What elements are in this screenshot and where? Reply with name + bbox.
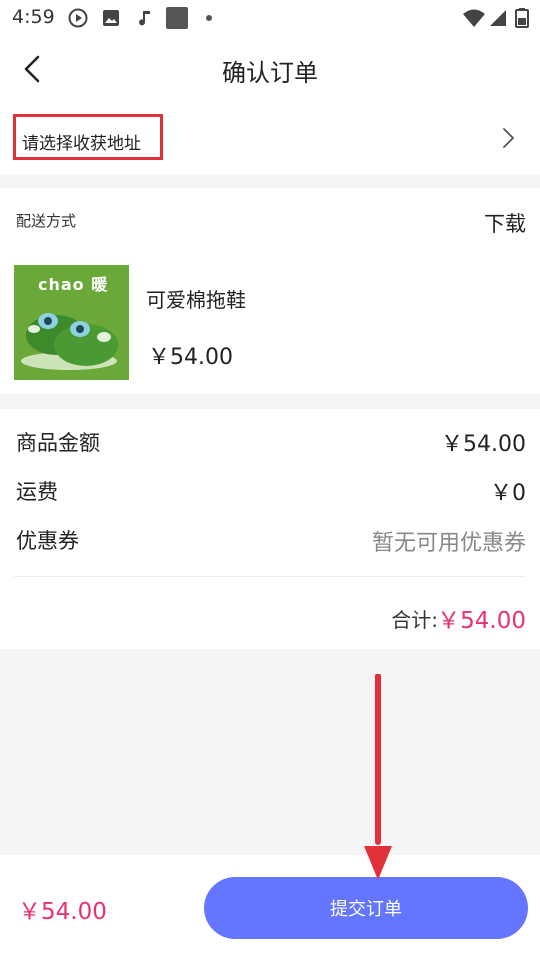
signal-icon <box>490 10 506 26</box>
bottom-total-price: ￥54.00 <box>18 899 107 925</box>
subtotal-value: ￥54.00 <box>441 432 526 457</box>
coupon-label: 优惠券 <box>16 529 79 553</box>
status-time: 4:59 <box>12 6 55 28</box>
wifi-icon <box>463 9 485 27</box>
freight-label: 运费 <box>16 480 58 504</box>
chevron-right-icon <box>503 128 514 148</box>
image-icon <box>103 10 119 26</box>
page-title: 确认订单 <box>222 59 318 87</box>
shipping-label: 配送方式 <box>16 212 77 230</box>
submit-order-button[interactable]: 提交订单 <box>204 877 528 939</box>
total-label: 合计: <box>391 608 438 632</box>
address-placeholder: 请选择收获地址 <box>22 134 141 154</box>
battery-icon <box>515 8 529 28</box>
divider <box>14 576 526 577</box>
total-value: ￥54.00 <box>437 608 526 634</box>
product-name: 可爱棉拖鞋 <box>146 288 246 312</box>
product-thumbnail[interactable]: chao 暖 <box>14 265 129 380</box>
order-goods-card: 配送方式 下载 chao 暖 可爱棉拖鞋 ￥54.00 <box>0 188 540 394</box>
annotation-arrow-icon <box>364 674 392 880</box>
coupon-value[interactable]: 暂无可用优惠券 <box>372 525 526 557</box>
bottom-bar: ￥54.00 提交订单 <box>0 855 540 960</box>
music-icon <box>139 11 150 26</box>
shipping-value[interactable]: 下载 <box>484 208 526 238</box>
slipper-image <box>21 313 118 370</box>
header: 确认订单 <box>0 36 540 102</box>
address-selector[interactable]: 请选择收获地址 <box>0 102 540 174</box>
play-icon <box>68 8 88 28</box>
subtotal-label: 商品金额 <box>16 431 100 455</box>
app-square-icon <box>166 7 188 29</box>
dot-icon <box>206 15 212 21</box>
price-summary: 商品金额 ￥54.00 运费 ￥0 优惠券 暂无可用优惠券 合计: ￥54.00 <box>0 409 540 649</box>
freight-value: ￥0 <box>490 481 526 506</box>
product-price: ￥54.00 <box>148 345 233 370</box>
status-bar: 4:59 <box>0 0 540 36</box>
